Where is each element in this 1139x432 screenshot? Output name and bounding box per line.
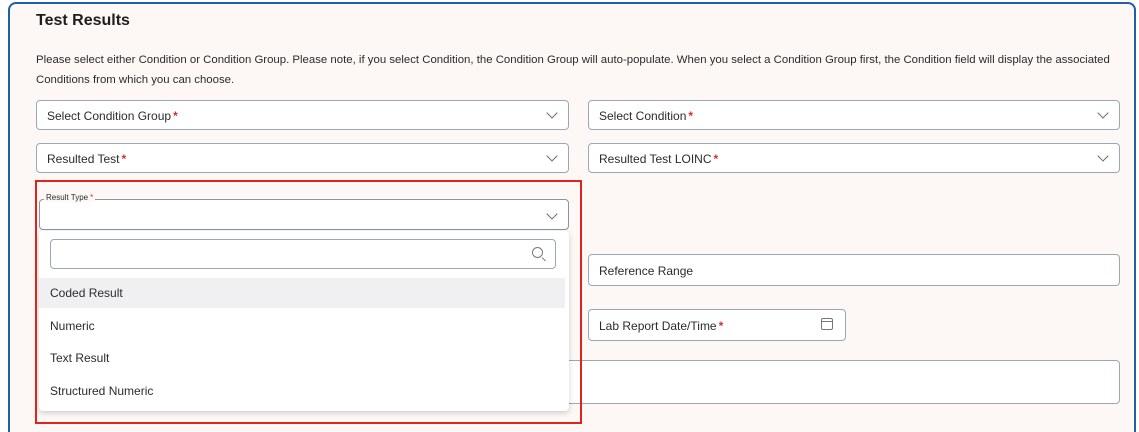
result-type-floating-label: Result Type * [44,193,96,202]
condition-label: Select Condition [599,109,687,123]
required-mark: * [718,319,724,333]
condition-group-select[interactable]: Select Condition Group * [36,100,569,130]
required-mark: * [121,152,127,166]
reference-range-input[interactable]: Reference Range [588,254,1120,286]
dropdown-option-numeric[interactable]: Numeric [39,311,565,341]
comments-field[interactable] [560,360,1120,404]
required-mark: * [688,109,694,123]
chevron-down-icon [546,107,558,119]
section-description: Please select either Condition or Condit… [36,54,1110,86]
required-mark: * [713,152,719,166]
chevron-down-icon [1097,150,1109,162]
result-type-dropdown: Coded Result Numeric Text Result Structu… [39,231,569,411]
condition-select[interactable]: Select Condition * [588,100,1120,130]
chevron-down-icon [1097,107,1109,119]
calendar-icon[interactable] [821,318,833,330]
lab-report-datetime-input[interactable]: Lab Report Date/Time * [588,309,846,341]
chevron-down-icon [546,150,558,162]
required-mark: * [173,109,178,123]
dropdown-option-structured-numeric[interactable]: Structured Numeric [39,376,565,406]
chevron-down-icon [546,208,558,220]
search-icon [532,247,543,258]
resulted-test-loinc-select[interactable]: Resulted Test LOINC * [588,143,1120,173]
resulted-test-label: Resulted Test [47,152,120,166]
dropdown-search-input[interactable] [50,239,556,269]
lab-report-datetime-label: Lab Report Date/Time [599,319,717,333]
result-type-select[interactable] [39,199,569,230]
section-title: Test Results [36,12,130,29]
reference-range-label: Reference Range [599,264,694,278]
dropdown-option-coded-result[interactable]: Coded Result [39,278,565,308]
dropdown-option-text-result[interactable]: Text Result [39,343,565,373]
resulted-test-loinc-label: Resulted Test LOINC [599,152,712,166]
condition-group-label: Select Condition Group [47,109,172,123]
resulted-test-select[interactable]: Resulted Test * [36,143,569,173]
